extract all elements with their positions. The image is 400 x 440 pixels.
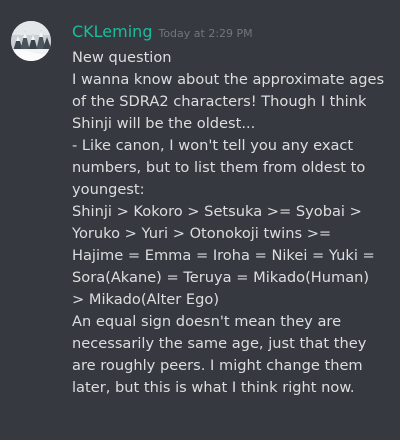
message-line: necessarily the same age, just that they: [72, 335, 367, 352]
username[interactable]: CKLeming: [72, 22, 152, 41]
message-line: youngest:: [72, 181, 145, 198]
message-line: Sora(Akane) = Teruya = Mikado(Human): [72, 269, 370, 286]
message-line: - Like canon, I won't tell you any exact: [72, 137, 354, 154]
message-content: New question I wanna know about the appr…: [72, 47, 394, 399]
message-line: Shinji will be the oldest...: [72, 115, 256, 132]
message-line: numbers, but to list them from oldest to: [72, 159, 366, 176]
message-line: later, but this is what I think right no…: [72, 379, 355, 396]
message-line: Shinji > Kokoro > Setsuka >= Syobai >: [72, 203, 362, 220]
message-line: are roughly peers. I might change them: [72, 357, 363, 374]
message-line: An equal sign doesn't mean they are: [72, 313, 342, 330]
user-avatar[interactable]: [11, 21, 51, 61]
message-line: I wanna know about the approximate ages: [72, 71, 385, 88]
message-line: of the SDRA2 characters! Though I think: [72, 93, 367, 110]
snowy-trees-icon: [11, 21, 51, 61]
message-line: New question: [72, 49, 172, 66]
message-line: > Mikado(Alter Ego): [72, 291, 220, 308]
chat-message: CKLeming Today at 2:29 PM New question I …: [0, 0, 400, 440]
message-line: Yoruko > Yuri > Otonokoji twins >=: [72, 225, 332, 242]
message-timestamp[interactable]: Today at 2:29 PM: [158, 27, 252, 40]
message-header: CKLeming Today at 2:29 PM: [72, 22, 253, 44]
message-line: Hajime = Emma = Iroha = Nikei = Yuki =: [72, 247, 375, 264]
